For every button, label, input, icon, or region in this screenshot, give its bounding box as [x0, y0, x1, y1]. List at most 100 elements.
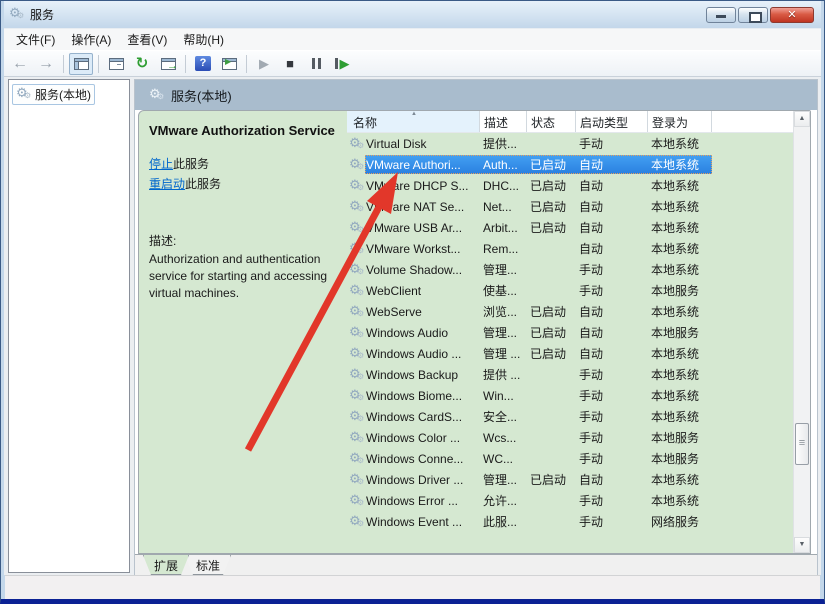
row-cells: VMware NAT Se... Net... 已启动 自动 本地系统	[365, 197, 712, 216]
service-gear-icon	[349, 158, 365, 173]
service-gear-icon	[349, 263, 365, 278]
row-cells: Windows Conne... WC... 手动 本地服务	[365, 449, 712, 468]
service-gear-icon	[349, 452, 365, 467]
table-row[interactable]: Windows Backup 提供 ... 手动 本地系统	[347, 364, 793, 385]
cell-description: 此服...	[480, 513, 527, 530]
forward-icon: →	[38, 56, 54, 72]
table-row[interactable]: Windows Audio ... 管理 ... 已启动 自动 本地系统	[347, 343, 793, 364]
table-row[interactable]: Volume Shadow... 管理... 手动 本地系统	[347, 259, 793, 280]
cell-status: 已启动	[527, 219, 576, 236]
table-row[interactable]: VMware NAT Se... Net... 已启动 自动 本地系统	[347, 196, 793, 217]
table-row[interactable]: VMware Authori... Auth... 已启动 自动 本地系统	[347, 154, 793, 175]
cell-status: 已启动	[527, 471, 576, 488]
window-controls	[706, 7, 816, 23]
start-service-button[interactable]: ▶	[252, 53, 276, 75]
pane-banner: 服务(本地)	[135, 80, 817, 110]
forward-button[interactable]: →	[34, 53, 58, 75]
cell-description: DHC...	[480, 179, 527, 193]
tab-extended[interactable]: 扩展	[143, 555, 189, 575]
column-header-logon-as[interactable]: 登录为	[648, 111, 712, 132]
scrollbar-thumb[interactable]	[795, 423, 809, 465]
column-header-startup-type[interactable]: 启动类型	[576, 111, 648, 132]
cell-logon-as: 网络服务	[648, 513, 712, 530]
table-row[interactable]: Windows Color ... Wcs... 手动 本地服务	[347, 427, 793, 448]
help-button[interactable]: ?	[191, 53, 215, 75]
toolbar-separator	[185, 55, 186, 73]
scroll-up-button[interactable]: ▲	[794, 111, 810, 127]
close-button[interactable]	[770, 7, 814, 23]
cell-name: Windows Color ...	[365, 431, 480, 445]
minimize-button[interactable]	[706, 7, 736, 23]
window-title: 服务	[30, 6, 54, 23]
cell-startup-type: 自动	[576, 198, 648, 215]
service-gear-icon	[349, 494, 365, 509]
table-row[interactable]: WebServe 浏览... 已启动 自动 本地系统	[347, 301, 793, 322]
cell-description: Rem...	[480, 242, 527, 256]
cell-name: Windows Error ...	[365, 494, 480, 508]
menu-item[interactable]: 文件(F)	[8, 29, 63, 50]
back-icon: ←	[12, 56, 28, 72]
cell-name: VMware DHCP S...	[365, 179, 480, 193]
column-header-status[interactable]: 状态	[527, 111, 576, 132]
cell-name: Volume Shadow...	[365, 263, 480, 277]
column-header-description[interactable]: 描述	[480, 111, 527, 132]
scrollbar-track[interactable]	[794, 127, 810, 537]
table-row[interactable]: Windows Event ... 此服... 手动 网络服务	[347, 511, 793, 532]
restart-service-button[interactable]: ▶	[330, 53, 354, 75]
table-row[interactable]: Windows Biome... Win... 手动 本地系统	[347, 385, 793, 406]
cell-startup-type: 手动	[576, 513, 648, 530]
service-detail-pane: VMware Authorization Service 停止此服务 重启动此服…	[139, 111, 347, 553]
menu-item[interactable]: 操作(A)	[63, 29, 119, 50]
cell-logon-as: 本地系统	[648, 492, 712, 509]
cell-description: WC...	[480, 452, 527, 466]
cell-startup-type: 自动	[576, 345, 648, 362]
service-rows: Virtual Disk 提供... 手动 本地系统	[347, 133, 793, 553]
maximize-button[interactable]	[738, 7, 768, 23]
cell-description: 管理...	[480, 471, 527, 488]
service-gear-icon	[349, 305, 365, 320]
service-gear-icon	[349, 515, 365, 530]
sort-ascending-icon: ▲	[411, 111, 417, 117]
stop-service-link[interactable]: 停止	[149, 157, 173, 171]
cell-startup-type: 自动	[576, 219, 648, 236]
service-action-links: 停止此服务 重启动此服务	[149, 154, 339, 194]
cell-description: 允许...	[480, 492, 527, 509]
table-row[interactable]: Windows Audio 管理... 已启动 自动 本地服务	[347, 322, 793, 343]
start-icon: ▶	[259, 57, 269, 70]
refresh-button[interactable]: ↻	[130, 53, 154, 75]
vertical-scrollbar[interactable]: ▲ ▼	[793, 111, 810, 553]
cell-description: 使基...	[480, 282, 527, 299]
properties-button[interactable]	[104, 53, 128, 75]
table-row[interactable]: Windows Conne... WC... 手动 本地服务	[347, 448, 793, 469]
table-row[interactable]: Windows CardS... 安全... 手动 本地系统	[347, 406, 793, 427]
toolbar-separator	[63, 55, 64, 73]
export-list-button[interactable]: →	[156, 53, 180, 75]
service-gear-icon	[349, 326, 365, 341]
table-row[interactable]: WebClient 使基... 手动 本地服务	[347, 280, 793, 301]
table-row[interactable]: Windows Driver ... 管理... 已启动 自动 本地系统	[347, 469, 793, 490]
service-gear-icon	[349, 389, 365, 404]
table-row[interactable]: VMware USB Ar... Arbit... 已启动 自动 本地系统	[347, 217, 793, 238]
tab-standard[interactable]: 标准	[185, 555, 231, 575]
table-row[interactable]: VMware Workst... Rem... 自动 本地系统	[347, 238, 793, 259]
banner-title: 服务(本地)	[171, 86, 232, 105]
tree-item-services-local[interactable]: 服务(本地)	[12, 84, 95, 105]
scroll-down-button[interactable]: ▼	[794, 537, 810, 553]
stop-service-button[interactable]: ■	[278, 53, 302, 75]
pause-service-button[interactable]	[304, 53, 328, 75]
cell-logon-as: 本地系统	[648, 387, 712, 404]
restart-service-line: 重启动此服务	[149, 174, 339, 194]
cell-name: VMware Authori...	[365, 158, 480, 172]
restart-service-link[interactable]: 重启动	[149, 177, 185, 191]
services-window: 服务 文件(F)操作(A)查看(V)帮助(H) ← → ↻ → ? ▶ ▶ ■ …	[0, 0, 825, 604]
view-button[interactable]: ▶	[217, 53, 241, 75]
column-header-name[interactable]: 名称▲	[347, 111, 480, 132]
menu-item[interactable]: 帮助(H)	[175, 29, 232, 50]
menu-item[interactable]: 查看(V)	[119, 29, 175, 50]
cell-logon-as: 本地系统	[648, 345, 712, 362]
show-console-tree-button[interactable]	[69, 53, 93, 75]
table-row[interactable]: Windows Error ... 允许... 手动 本地系统	[347, 490, 793, 511]
back-button[interactable]: ←	[8, 53, 32, 75]
table-row[interactable]: Virtual Disk 提供... 手动 本地系统	[347, 133, 793, 154]
table-row[interactable]: VMware DHCP S... DHC... 已启动 自动 本地系统	[347, 175, 793, 196]
